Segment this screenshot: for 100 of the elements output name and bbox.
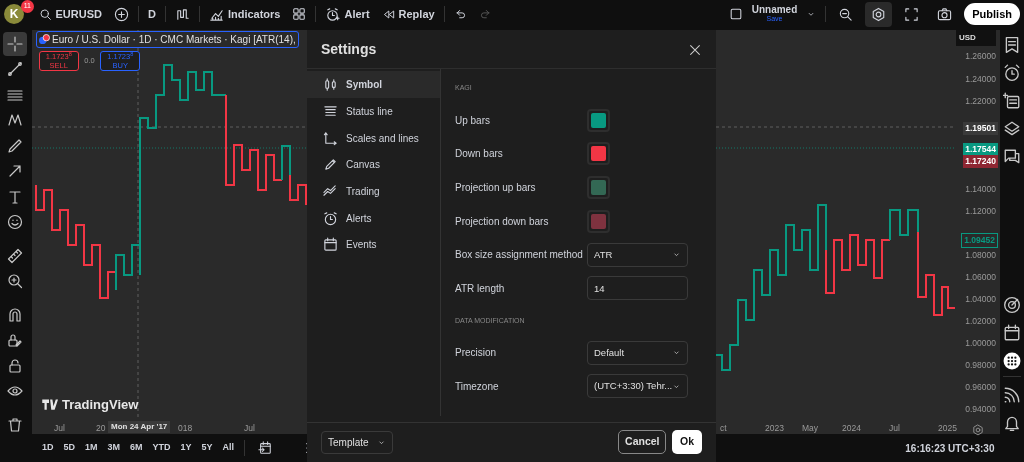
bell-icon [1003,414,1021,432]
dialog-title: Settings [321,39,377,59]
price-label: 1.06000 [965,271,996,284]
template-dropdown[interactable]: Template [321,430,393,454]
magnet-icon [7,306,23,323]
field-label: Projection up bars [455,180,536,195]
calendar-icon [323,237,338,253]
select-field[interactable]: (UTC+3:30) Tehr... [587,374,688,399]
price-label: 1.14000 [965,183,996,196]
alarm-clock-icon [323,210,338,226]
price-label: 1.26000 [965,50,996,63]
calendar-icon [258,441,273,456]
select-field[interactable]: Default [587,340,688,365]
price-label: 1.04000 [965,293,996,306]
range-button[interactable]: 3M [107,441,121,455]
time-label: Jul [54,422,65,435]
ok-button[interactable]: Ok [672,430,702,455]
apps-icon [1003,352,1021,370]
time-label: ct [720,422,727,435]
input-field[interactable]: 14 [587,276,688,301]
text-icon [7,188,23,205]
settings-tab[interactable]: Events [307,231,440,259]
time-label: 018 [178,422,193,435]
square-icon [728,7,743,21]
lock-icon [7,357,23,374]
target-icon [1003,296,1021,314]
fullscreen-icon [904,6,920,22]
alert-button[interactable]: Alert [322,3,373,25]
indicators-button[interactable]: Indicators [205,3,284,25]
time-label: 2023 [765,422,784,435]
pencil-icon [323,157,338,173]
settings-icon [871,6,887,22]
trend-line-icon [7,61,23,78]
settings-tab[interactable]: Canvas [307,151,440,179]
time-label: Jul [889,422,900,435]
lines-icon [323,104,338,119]
price-label: 0.96000 [965,381,996,394]
search-icon [38,7,52,21]
range-button[interactable]: 1M [85,441,98,455]
time-label: Jul [244,422,255,435]
close-icon [688,43,702,58]
field-label: Timezone [455,379,499,394]
smiley-icon [7,214,23,231]
range-button[interactable]: 5Y [201,441,213,455]
settings-tab[interactable]: Symbol [307,71,440,99]
publish-button[interactable]: Publish [964,2,1020,26]
range-button[interactable]: 1D [42,441,54,455]
settings-tab[interactable]: Trading [307,178,440,205]
brush-icon [7,137,23,154]
field-label: Projection down bars [455,214,549,229]
calendar-icon [1003,324,1021,342]
clock: 16:16:23 UTC+3:30 [905,441,995,456]
axes-icon [323,130,338,146]
interval-button[interactable]: D [144,3,159,25]
kagi-icon [174,6,190,22]
currency-select[interactable]: USD [956,30,996,46]
zoom-in-icon [7,273,23,290]
time-label: May [802,422,819,435]
symbol-description: Euro / U.S. Dollar · 1D · CMC Markets · Kagi [ATR(14), [52,33,296,47]
zoom-icon [838,6,854,22]
field-label: Down bars [455,147,503,162]
settings-button[interactable] [865,1,893,27]
alarm-clock-icon [325,6,341,22]
lock-pencil-icon [7,332,23,349]
replay-button[interactable]: Replay [378,3,438,25]
settings-tab[interactable]: Alerts [307,204,440,232]
alarm-clock-icon [1003,64,1021,82]
crosshair-tool[interactable] [3,32,27,56]
range-button[interactable]: YTD [152,441,171,455]
select-field[interactable]: ATR [587,242,688,267]
add-list-icon [1003,92,1021,110]
price-label: 1.02000 [965,315,996,328]
cancel-button[interactable]: Cancel [618,430,667,455]
range-button[interactable]: 1Y [180,441,192,455]
settings-tab[interactable]: Status line [307,98,440,125]
layout-name[interactable]: Unnamed [751,5,798,14]
camera-icon [937,6,953,22]
trash-icon [7,416,23,433]
ruler-icon [7,247,23,264]
price-marker: 1.09452 [961,233,998,248]
plus-icon [113,6,129,22]
crosshair-icon [7,35,23,52]
range-button[interactable]: 5D [63,441,76,455]
field-label: Up bars [455,113,490,128]
crosshair-time-label: Mon 24 Apr '17 [108,421,171,433]
time-label: 20 [96,422,106,435]
settings-icon [972,424,984,437]
redo-icon [478,7,492,21]
settings-tab[interactable]: Scales and lines [307,124,440,152]
logo-text: TradingView [62,395,139,414]
price-label: 1.08000 [965,249,996,262]
symbol-search[interactable]: EURUSD [35,3,105,25]
field-label: Precision [455,346,497,361]
price-marker: 1.19501 [963,122,998,135]
avatar[interactable]: K [4,4,24,24]
range-button[interactable]: All [222,441,235,455]
range-button[interactable]: 6M [130,441,143,455]
field-label: Box size assignment method [455,248,583,263]
grid-icon [292,7,307,21]
layers-icon [1003,120,1021,138]
